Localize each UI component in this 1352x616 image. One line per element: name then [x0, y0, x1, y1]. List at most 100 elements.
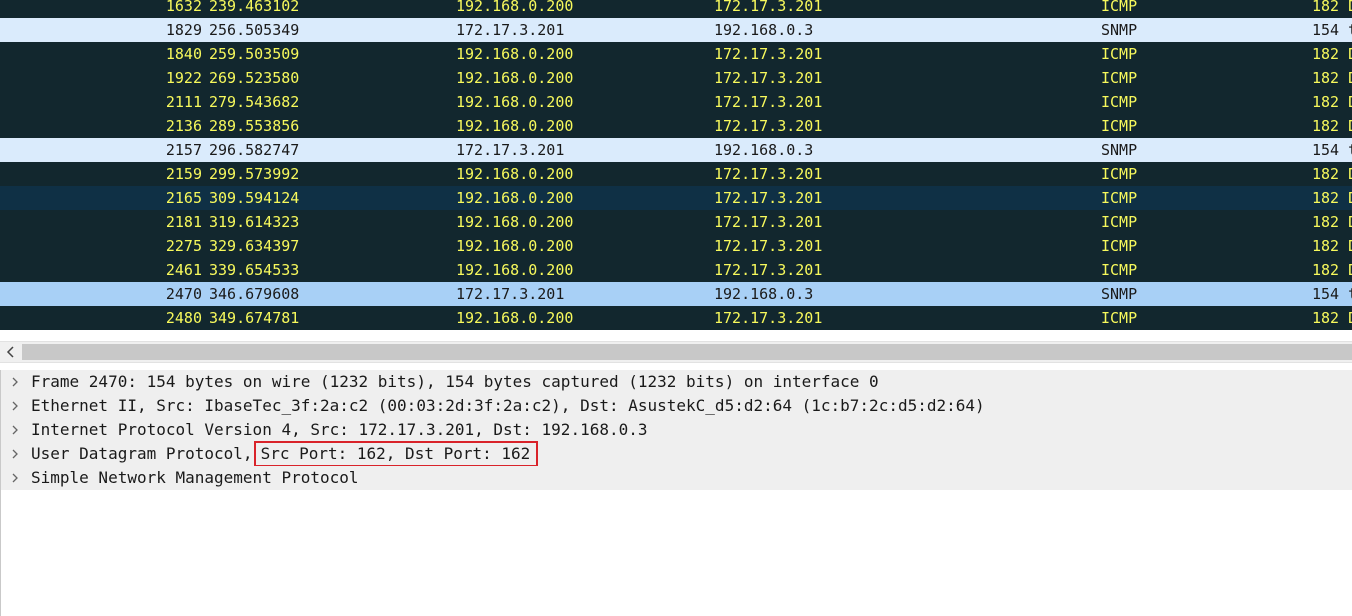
packet-time: 259.503509: [209, 45, 300, 63]
chevron-right-icon[interactable]: [9, 370, 21, 394]
packet-time: 296.582747: [209, 141, 300, 159]
detail-item-label: Simple Network Management Protocol: [31, 468, 359, 487]
chevron-right-icon[interactable]: [9, 394, 21, 418]
horizontal-scrollbar[interactable]: [0, 341, 1352, 363]
packet-protocol: SNMP: [1101, 141, 1138, 159]
packet-time: 289.553856: [209, 117, 300, 135]
packet-number: 2165: [165, 189, 202, 207]
packet-time: 309.594124: [209, 189, 300, 207]
packet-number: 2136: [165, 117, 202, 135]
packet-length: 182 D: [1312, 93, 1352, 111]
packet-time: 329.634397: [209, 237, 300, 255]
packet-time: 299.573992: [209, 165, 300, 183]
packet-destination: 172.17.3.201: [714, 93, 823, 111]
packet-destination: 172.17.3.201: [714, 45, 823, 63]
packet-protocol: ICMP: [1101, 237, 1138, 255]
packet-number: 2470: [165, 285, 202, 303]
packet-protocol: ICMP: [1101, 0, 1138, 15]
packet-protocol: ICMP: [1101, 213, 1138, 231]
packet-time: 349.674781: [209, 309, 300, 327]
packet-row[interactable]: 2470 346.679608 172.17.3.201 192.168.0.3 SNM…: [0, 282, 1352, 306]
packet-destination: 172.17.3.201: [714, 309, 823, 327]
packet-number: 1829: [165, 21, 202, 39]
packet-time: 339.654533: [209, 261, 300, 279]
packet-destination: 172.17.3.201: [714, 117, 823, 135]
packet-row[interactable]: 2181 319.614323 192.168.0.200 172.17.3.201 I…: [0, 210, 1352, 234]
packet-source: 192.168.0.200: [456, 261, 574, 279]
packet-number: 2157: [165, 141, 202, 159]
packet-time: 269.523580: [209, 69, 300, 87]
packet-source: 192.168.0.200: [456, 189, 574, 207]
packet-time: 256.505349: [209, 21, 300, 39]
packet-list[interactable]: 1632 239.463102 192.168.0.200 172.17.3.201 I…: [0, 0, 1352, 330]
packet-row[interactable]: 2480 349.674781 192.168.0.200 172.17.3.201 I…: [0, 306, 1352, 330]
packet-source: 192.168.0.200: [456, 309, 574, 327]
packet-row[interactable]: 1829 256.505349 172.17.3.201 192.168.0.3 SNM…: [0, 18, 1352, 42]
packet-row[interactable]: 2111 279.543682 192.168.0.200 172.17.3.201 I…: [0, 90, 1352, 114]
packet-source: 192.168.0.200: [456, 237, 574, 255]
chevron-right-icon[interactable]: [9, 442, 21, 466]
packet-number: 2181: [165, 213, 202, 231]
packet-row[interactable]: 2136 289.553856 192.168.0.200 172.17.3.201 I…: [0, 114, 1352, 138]
packet-protocol: SNMP: [1101, 285, 1138, 303]
packet-number: 2275: [165, 237, 202, 255]
packet-time: 346.679608: [209, 285, 300, 303]
packet-row[interactable]: 1840 259.503509 192.168.0.200 172.17.3.201 I…: [0, 42, 1352, 66]
packet-source: 192.168.0.200: [456, 0, 574, 15]
packet-source: 192.168.0.200: [456, 93, 574, 111]
packet-destination: 192.168.0.3: [714, 21, 814, 39]
chevron-right-icon[interactable]: [9, 466, 21, 490]
packet-length: 182 D: [1312, 189, 1352, 207]
chevron-right-icon[interactable]: [9, 418, 21, 442]
chevron-left-icon[interactable]: [0, 342, 22, 362]
packet-source: 192.168.0.200: [456, 45, 574, 63]
packet-length: 154 t: [1312, 285, 1352, 303]
packet-number: 2461: [165, 261, 202, 279]
detail-tree-item[interactable]: Ethernet II, Src: IbaseTec_3f:2a:c2 (00:…: [1, 394, 1352, 418]
packet-time: 239.463102: [209, 0, 300, 15]
packet-number: 1632: [165, 0, 202, 15]
packet-source: 192.168.0.200: [456, 213, 574, 231]
detail-item-label: Internet Protocol Version 4, Src: 172.17…: [31, 420, 648, 439]
packet-destination: 192.168.0.3: [714, 285, 814, 303]
packet-row[interactable]: 2461 339.654533 192.168.0.200 172.17.3.201 I…: [0, 258, 1352, 282]
packet-details-pane[interactable]: Frame 2470: 154 bytes on wire (1232 bits…: [0, 370, 1352, 616]
packet-protocol: ICMP: [1101, 189, 1138, 207]
packet-row[interactable]: 2157 296.582747 172.17.3.201 192.168.0.3 SNM…: [0, 138, 1352, 162]
packet-protocol: ICMP: [1101, 309, 1138, 327]
packet-row[interactable]: 1632 239.463102 192.168.0.200 172.17.3.201 I…: [0, 0, 1352, 18]
packet-source: 192.168.0.200: [456, 165, 574, 183]
packet-length: 182 D: [1312, 309, 1352, 327]
packet-row[interactable]: 2159 299.573992 192.168.0.200 172.17.3.201 I…: [0, 162, 1352, 186]
packet-source: 172.17.3.201: [456, 285, 565, 303]
highlighted-port-info: Src Port: 162, Dst Port: 162: [253, 441, 539, 467]
packet-destination: 172.17.3.201: [714, 237, 823, 255]
packet-protocol: SNMP: [1101, 21, 1138, 39]
packet-row[interactable]: 2165 309.594124 192.168.0.200 172.17.3.201 I…: [0, 186, 1352, 210]
detail-tree-item[interactable]: Simple Network Management Protocol: [1, 466, 1352, 490]
packet-row[interactable]: 1922 269.523580 192.168.0.200 172.17.3.201 I…: [0, 66, 1352, 90]
packet-length: 182 D: [1312, 0, 1352, 15]
packet-number: 2480: [165, 309, 202, 327]
detail-tree-item[interactable]: User Datagram Protocol, Src Port: 162, Ds…: [1, 441, 1352, 467]
scrollbar-thumb[interactable]: [22, 344, 1352, 360]
packet-length: 182 D: [1312, 117, 1352, 135]
detail-item-label: Frame 2470: 154 bytes on wire (1232 bits…: [31, 372, 879, 391]
detail-tree-item[interactable]: Internet Protocol Version 4, Src: 172.17…: [1, 418, 1352, 442]
packet-number: 2159: [165, 165, 202, 183]
packet-number: 1840: [165, 45, 202, 63]
packet-length: 182 D: [1312, 69, 1352, 87]
detail-tree-item[interactable]: Frame 2470: 154 bytes on wire (1232 bits…: [1, 370, 1352, 394]
packet-row[interactable]: 2275 329.634397 192.168.0.200 172.17.3.201 I…: [0, 234, 1352, 258]
packet-destination: 172.17.3.201: [714, 213, 823, 231]
packet-destination: 172.17.3.201: [714, 165, 823, 183]
packet-number: 1922: [165, 69, 202, 87]
packet-source: 192.168.0.200: [456, 69, 574, 87]
packet-length: 154 t: [1312, 21, 1352, 39]
packet-time: 319.614323: [209, 213, 300, 231]
packet-source: 172.17.3.201: [456, 21, 565, 39]
packet-protocol: ICMP: [1101, 165, 1138, 183]
packet-protocol: ICMP: [1101, 69, 1138, 87]
packet-length: 182 D: [1312, 45, 1352, 63]
packet-length: 182 D: [1312, 261, 1352, 279]
